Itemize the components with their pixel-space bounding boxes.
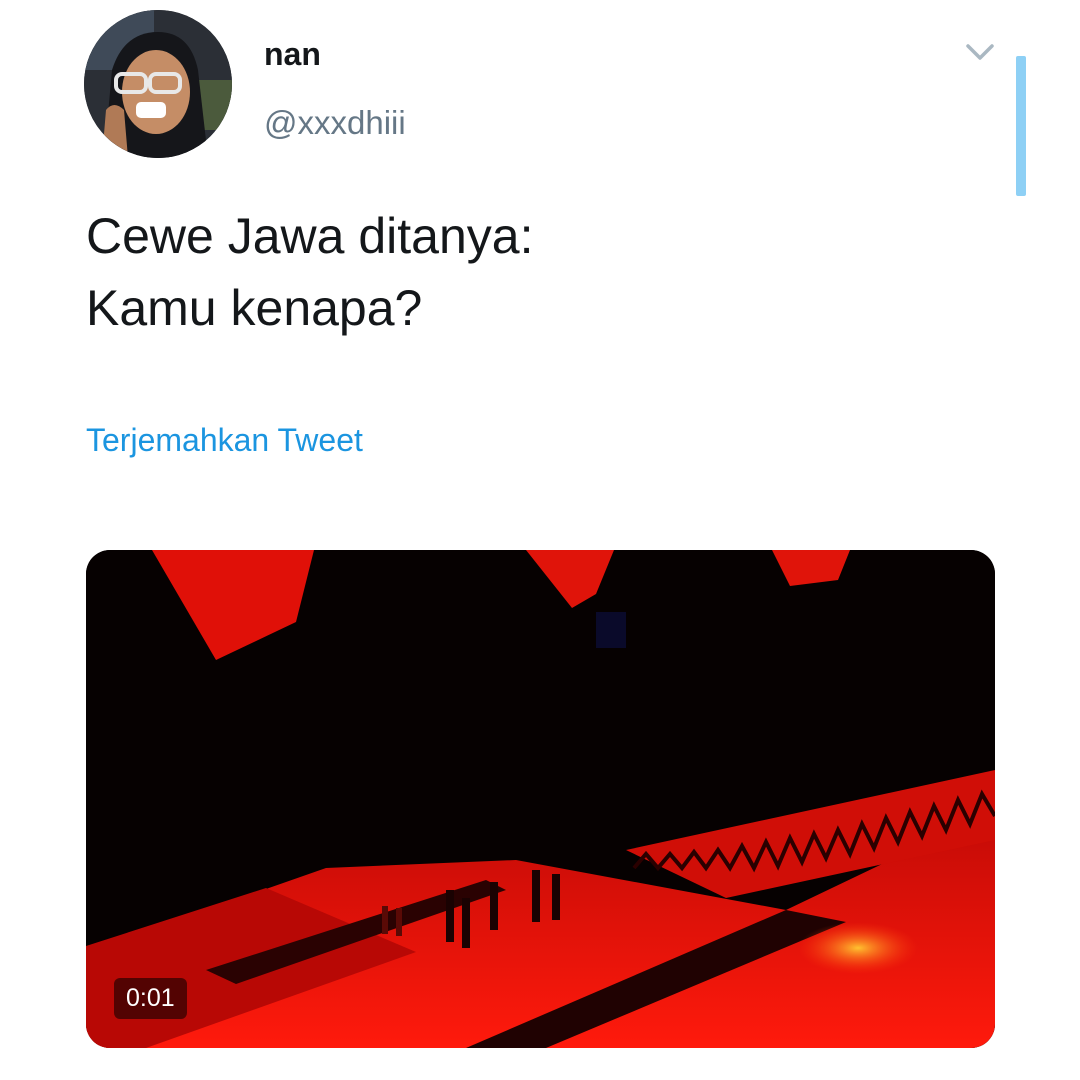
tweet-text-line: Cewe Jawa ditanya: bbox=[86, 208, 534, 264]
chevron-down-icon[interactable] bbox=[962, 40, 998, 64]
translate-tweet-link[interactable]: Terjemahkan Tweet bbox=[86, 422, 363, 459]
video-duration-badge: 0:01 bbox=[114, 978, 187, 1019]
author-name[interactable]: nan bbox=[264, 36, 321, 73]
avatar-image bbox=[84, 10, 232, 158]
avatar[interactable] bbox=[84, 10, 232, 158]
author-handle[interactable]: @xxxdhiii bbox=[264, 104, 406, 142]
scrollbar[interactable] bbox=[1016, 56, 1026, 196]
video-player[interactable] bbox=[86, 550, 995, 1048]
video-frame bbox=[86, 550, 995, 1048]
tweet-text: Cewe Jawa ditanya: Kamu kenapa? bbox=[86, 200, 533, 344]
tweet-text-line: Kamu kenapa? bbox=[86, 280, 423, 336]
